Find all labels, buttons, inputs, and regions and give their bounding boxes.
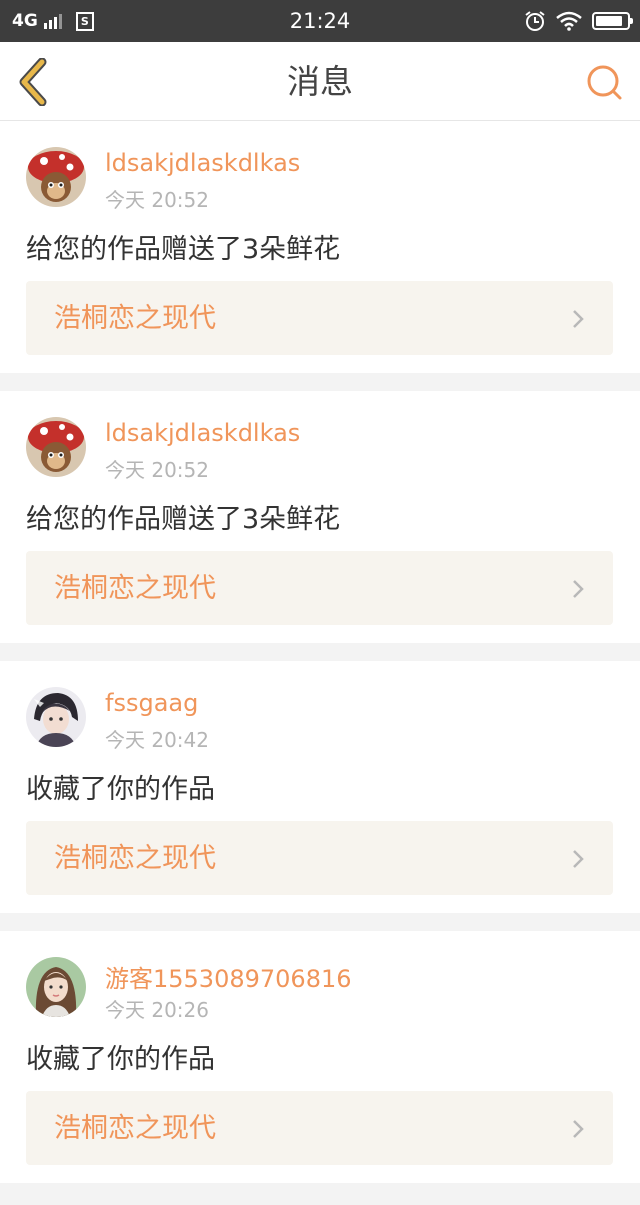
- message-text: 给您的作品赠送了3朵鲜花: [26, 234, 341, 265]
- chevron-right-icon: [573, 1120, 584, 1138]
- work-title: 浩桐恋之现代: [54, 1113, 216, 1144]
- message-card: 游客1553089706816 今天 20:26 收藏了你的作品 浩桐恋之现代: [0, 931, 640, 1183]
- work-link[interactable]: 浩桐恋之现代: [26, 281, 613, 355]
- nav-bar: 消息: [0, 42, 640, 121]
- alarm-icon: [525, 11, 545, 31]
- message-time: 今天 20:52: [105, 188, 209, 212]
- message-text: 收藏了你的作品: [26, 774, 215, 805]
- message-text: 给您的作品赠送了3朵鲜花: [26, 504, 341, 535]
- work-title: 浩桐恋之现代: [54, 573, 216, 604]
- chevron-right-icon: [573, 580, 584, 598]
- chevron-right-icon: [573, 310, 584, 328]
- username[interactable]: ldsakjdlaskdlkas: [105, 419, 300, 447]
- message-list: ldsakjdlaskdlkas 今天 20:52 给您的作品赠送了3朵鲜花 浩…: [0, 121, 640, 1183]
- page-title: 消息: [287, 62, 353, 101]
- work-title: 浩桐恋之现代: [54, 303, 216, 334]
- message-time: 今天 20:42: [105, 728, 209, 752]
- username[interactable]: fssgaag: [105, 689, 198, 717]
- girl-avatar[interactable]: [26, 957, 86, 1017]
- work-link[interactable]: 浩桐恋之现代: [26, 551, 613, 625]
- wifi-icon: [556, 11, 582, 31]
- mushroom-avatar[interactable]: [26, 147, 86, 207]
- message-card: ldsakjdlaskdlkas 今天 20:52 给您的作品赠送了3朵鲜花 浩…: [0, 121, 640, 373]
- anime-avatar[interactable]: [26, 687, 86, 747]
- message-card: ldsakjdlaskdlkas 今天 20:52 给您的作品赠送了3朵鲜花 浩…: [0, 391, 640, 643]
- mushroom-avatar[interactable]: [26, 417, 86, 477]
- battery-level: [596, 16, 622, 26]
- message-text: 收藏了你的作品: [26, 1044, 215, 1075]
- message-time: 今天 20:26: [105, 998, 209, 1022]
- battery-icon: [592, 12, 633, 30]
- work-link[interactable]: 浩桐恋之现代: [26, 1091, 613, 1165]
- status-bar: 4G S 21:24: [0, 0, 640, 42]
- username[interactable]: 游客1553089706816: [105, 959, 352, 994]
- message-time: 今天 20:52: [105, 458, 209, 482]
- search-icon[interactable]: [584, 62, 624, 102]
- work-link[interactable]: 浩桐恋之现代: [26, 821, 613, 895]
- status-right: [524, 0, 633, 42]
- work-title: 浩桐恋之现代: [54, 843, 216, 874]
- message-card: fssgaag 今天 20:42 收藏了你的作品 浩桐恋之现代: [0, 661, 640, 913]
- username[interactable]: ldsakjdlaskdlkas: [105, 149, 300, 177]
- chevron-right-icon: [573, 850, 584, 868]
